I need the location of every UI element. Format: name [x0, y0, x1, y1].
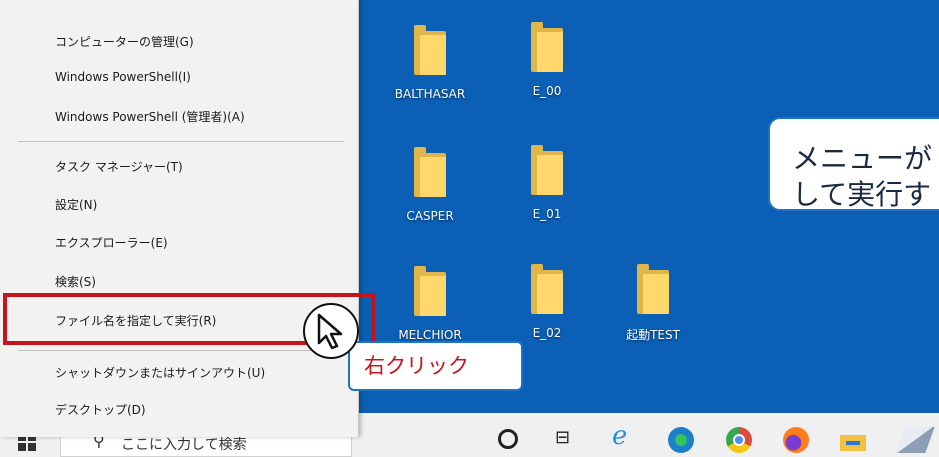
desktop-icon-label: CASPER: [406, 209, 454, 223]
menu-item-task-manager[interactable]: タスク マネージャー(T): [55, 158, 183, 175]
right-click-callout: 右クリック: [348, 341, 523, 391]
desktop-icon-e02[interactable]: E_02: [502, 264, 592, 340]
pointer-cursor-icon: [317, 313, 343, 350]
desktop-icon-e00[interactable]: E_00: [502, 22, 592, 98]
instruction-line-1: メニューが: [792, 142, 933, 175]
folder-icon: [414, 25, 446, 75]
menu-item-settings[interactable]: 設定(N): [55, 196, 97, 213]
menu-separator: [18, 350, 344, 351]
menu-item-explorer[interactable]: エクスプローラー(E): [55, 234, 168, 251]
winx-context-menu: コンピューターの管理(G) Windows PowerShell(I) Wind…: [0, 0, 359, 437]
desktop-icon-label: BALTHASAR: [394, 87, 466, 101]
menu-separator: [18, 141, 344, 142]
taskbar-app-icon[interactable]: [895, 427, 935, 453]
chrome-icon[interactable]: [726, 427, 752, 453]
internet-explorer-icon[interactable]: ℯ: [612, 421, 638, 451]
folder-icon: [531, 145, 563, 195]
desktop-icon-label: E_01: [532, 207, 562, 221]
menu-item-powershell-admin[interactable]: Windows PowerShell (管理者)(A): [55, 108, 245, 125]
desktop-icon-kido-test[interactable]: 起動TEST: [608, 264, 698, 343]
menu-item-desktop[interactable]: デスクトップ(D): [55, 401, 146, 418]
edge-icon[interactable]: [668, 427, 694, 453]
instruction-callout: メニューが して実行す: [768, 117, 939, 211]
menu-item-powershell[interactable]: Windows PowerShell(I): [55, 70, 191, 84]
desktop-icon-label: E_00: [532, 84, 562, 98]
right-click-label: 右クリック: [364, 354, 469, 378]
search-placeholder: ここに入力して検索: [121, 437, 247, 453]
desktop-icon-e01[interactable]: E_01: [502, 145, 592, 221]
folder-icon: [531, 22, 563, 72]
folder-icon: [531, 264, 563, 314]
menu-item-search[interactable]: 検索(S): [55, 273, 96, 290]
menu-item-computer-management[interactable]: コンピューターの管理(G): [55, 33, 194, 50]
desktop-icon-label: E_02: [532, 326, 562, 340]
task-view-icon[interactable]: ⊟: [555, 427, 581, 453]
instruction-line-2: して実行す: [792, 178, 932, 211]
firefox-icon[interactable]: [783, 427, 809, 453]
menu-item-shutdown-signout[interactable]: シャットダウンまたはサインアウト(U): [55, 364, 265, 381]
desktop-icon-balthasar[interactable]: BALTHASAR: [385, 25, 475, 101]
cursor-indicator: [303, 303, 359, 359]
desktop-icon-melchior[interactable]: MELCHIOR: [385, 266, 475, 342]
folder-icon: [414, 147, 446, 197]
desktop-icon-label: 起動TEST: [626, 328, 680, 342]
desktop-icon-casper[interactable]: CASPER: [385, 147, 475, 223]
cortana-icon[interactable]: [498, 429, 518, 449]
folder-icon: [414, 266, 446, 316]
folder-icon: [637, 264, 669, 314]
file-explorer-icon[interactable]: [840, 431, 866, 451]
desktop-icon-label: MELCHIOR: [398, 328, 462, 342]
